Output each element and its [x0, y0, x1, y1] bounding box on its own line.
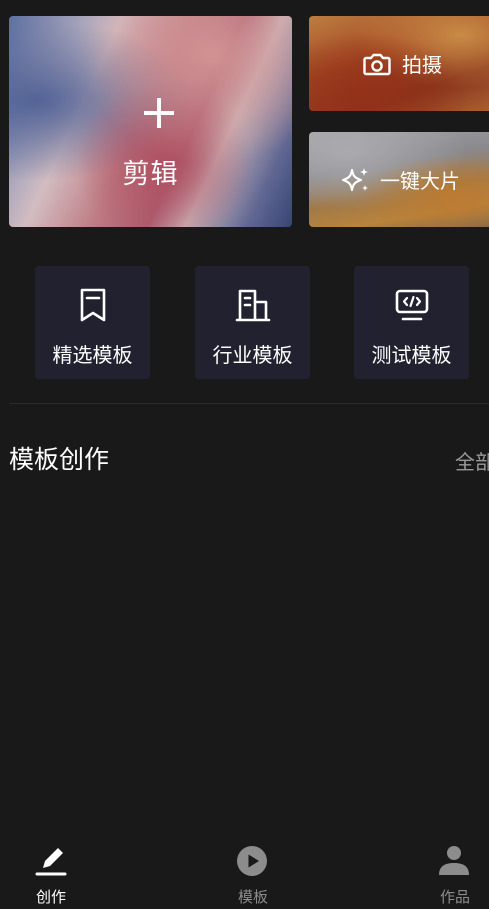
code-monitor-icon: [395, 289, 429, 321]
test-templates-button[interactable]: 测试模板: [354, 266, 469, 379]
test-templates-label: 测试模板: [371, 343, 452, 367]
tab-template[interactable]: 模板: [212, 830, 292, 909]
user-icon: [439, 846, 469, 875]
view-all-link[interactable]: 全部: [455, 446, 489, 475]
featured-templates-button[interactable]: 精选模板: [35, 266, 150, 379]
section-divider: [9, 403, 489, 404]
bookmark-icon: [80, 288, 106, 322]
shoot-card-label: 拍摄: [402, 53, 442, 77]
edit-card-label: 剪辑: [122, 159, 179, 190]
shoot-card[interactable]: 拍摄: [309, 16, 489, 111]
pen-icon: [35, 848, 67, 876]
sparkle-icon: [341, 167, 368, 191]
section-title: 模板创作: [9, 445, 110, 474]
camera-icon: [363, 53, 391, 75]
edit-card[interactable]: 剪辑: [9, 16, 292, 227]
industry-templates-label: 行业模板: [212, 343, 293, 367]
tab-create[interactable]: 创作: [10, 830, 90, 909]
plus-icon: [144, 98, 174, 128]
page: 剪辑 拍摄 一键大片 精选模板 行业模板 测试模板 模板创作 全部 创作 模板 …: [0, 0, 489, 909]
one-click-card[interactable]: 一键大片: [309, 132, 489, 227]
tab-template-label: 模板: [238, 888, 269, 906]
building-icon: [235, 289, 271, 322]
tab-works-label: 作品: [440, 888, 471, 906]
tab-works[interactable]: 作品: [414, 830, 489, 909]
industry-templates-button[interactable]: 行业模板: [195, 266, 310, 379]
one-click-card-label: 一键大片: [380, 169, 460, 193]
tab-create-label: 创作: [36, 888, 67, 906]
featured-templates-label: 精选模板: [52, 343, 133, 367]
bottom-tab-bar: 创作 模板 作品: [0, 830, 489, 909]
one-click-card-content: 一键大片: [309, 132, 489, 227]
edit-card-content: 剪辑: [9, 16, 292, 227]
play-circle-icon: [237, 846, 267, 876]
shoot-card-content: 拍摄: [309, 16, 489, 111]
